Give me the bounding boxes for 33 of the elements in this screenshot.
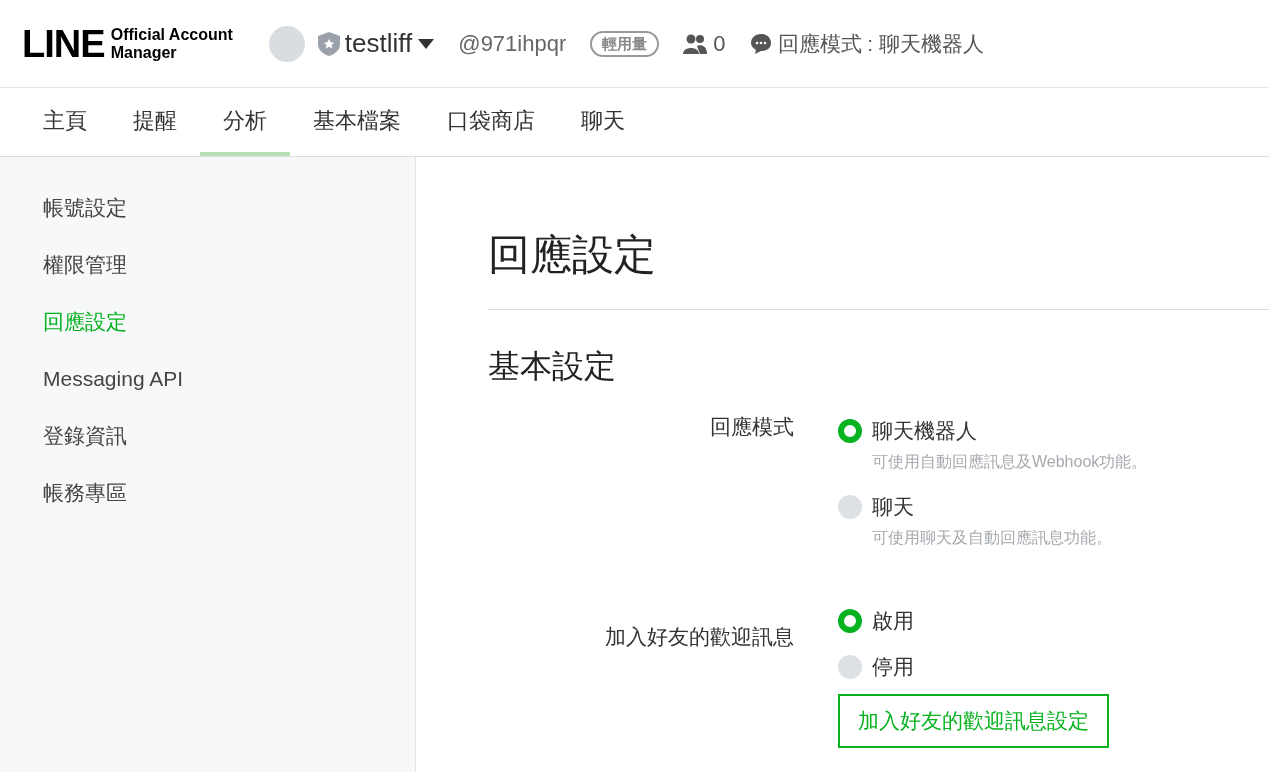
page-title: 回應設定: [488, 230, 657, 280]
shield-icon: [316, 30, 341, 57]
setting-label: 回應模式: [709, 414, 794, 440]
response-mode-label: 回應模式 : 聊天機器人: [777, 30, 985, 57]
nav-tab[interactable]: 口袋商店: [424, 88, 558, 156]
nav-tab[interactable]: 聊天: [558, 88, 648, 156]
radio-option[interactable]: 啟用: [838, 602, 1109, 640]
logo-subtitle: Manager: [110, 43, 178, 62]
account-dropdown[interactable]: testliff: [344, 24, 435, 63]
option-description: 可使用自動回應訊息及Webhook功能。: [872, 452, 1148, 472]
sidebar-item[interactable]: Messaging API: [0, 364, 415, 421]
logo-wordmark: LINE: [22, 24, 105, 63]
sidebar-item[interactable]: 帳號設定: [0, 193, 415, 250]
section-title: 基本設定: [488, 347, 617, 386]
radio-option[interactable]: 聊天機器人: [838, 412, 1148, 450]
avatar-icon: [268, 25, 305, 62]
setting-label: 加入好友的歡迎訊息: [604, 624, 794, 650]
nav-tab[interactable]: 主頁: [20, 88, 110, 156]
people-icon: [683, 33, 708, 54]
account-id: @971ihpqr: [458, 30, 567, 58]
plan-badge: 輕用量: [590, 30, 660, 57]
option-description: 可使用聊天及自動回應訊息功能。: [872, 528, 1113, 548]
sidebar-item[interactable]: 帳務專區: [0, 478, 415, 535]
caret-icon: [418, 38, 435, 49]
nav-tab[interactable]: 提醒: [110, 88, 200, 156]
radio-option[interactable]: 聊天: [838, 488, 1148, 526]
logo-subtitle: Official Account: [110, 25, 233, 44]
friends-count: 0: [713, 30, 726, 58]
nav-tab[interactable]: 基本檔案: [290, 88, 424, 156]
sidebar-item[interactable]: 登錄資訊: [0, 421, 415, 478]
radio-option[interactable]: 停用: [838, 648, 1109, 686]
sidebar-item[interactable]: 權限管理: [0, 250, 415, 307]
chat-bubble-icon: [749, 32, 772, 55]
